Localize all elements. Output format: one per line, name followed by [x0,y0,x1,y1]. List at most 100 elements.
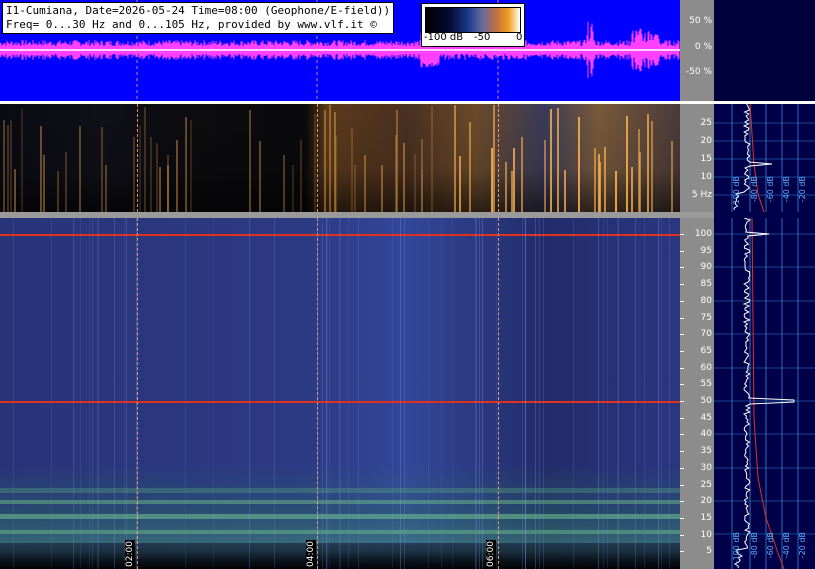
freq-axis-tick [680,250,684,252]
freq-axis-label: 15 [700,154,712,164]
colorbar-label-min: -100 dB [424,32,464,43]
spectrogram-streak [573,218,574,569]
freq-axis-label: 35 [700,446,712,457]
spectrogram-streak [496,218,497,569]
spectrogram-streak [213,218,214,569]
spectrogram-streak [505,162,507,212]
spectrogram-streak [525,218,526,569]
freq-axis-tick [680,317,684,319]
db-scale-label: -80 dB [750,532,759,559]
waveform-axis-label: 0 % [694,42,712,52]
spectrogram-streak [598,218,599,569]
profile-trace [733,218,795,568]
freq-axis-label: 10 [700,172,712,182]
freq-axis-tick [680,434,684,436]
freq-axis-tick [680,367,684,369]
freq-axis-tick [680,284,684,286]
spectrogram-streak [476,218,477,569]
spectrogram-streak [326,218,327,569]
spectrogram-streak [578,117,580,212]
spectrogram-streak [14,168,16,212]
spectrogram-streak [535,218,536,569]
db-scale-label: -60 dB [766,176,775,203]
title-box: I1-Cumiana, Date=2026-05-24 Time=08:00 (… [2,2,395,34]
spectrogram-streak [7,124,9,212]
spectrogram-streak [396,110,398,212]
freq-axis-label: 40 [700,429,712,440]
spectrogram-streak [329,105,331,212]
freq-axis-tick [680,551,684,553]
time-gridline [317,104,318,212]
spectrogram-streak [79,126,81,212]
spectrogram-streak [414,154,416,212]
waveform-panel: I1-Cumiana, Date=2026-05-24 Time=08:00 (… [0,0,680,101]
time-label: 04:00 [306,540,316,568]
spectrogram-streak [314,113,316,212]
spectrogram-high-frequency: 02:00 04:00 06:00 [0,218,680,569]
profile-header-area [714,0,815,101]
spectrogram-streak [543,218,544,569]
colorbar-gradient [425,7,521,33]
spectrum-profile-high: -100 dB -80 dB -60 dB -40 dB -20 dB [714,218,815,569]
spectrogram-streak [133,137,135,212]
freq-axis-label: 70 [700,329,712,340]
spectrogram-streak [421,170,423,212]
colorbar-label-mid: -50 [474,32,491,43]
spectrogram-streak [626,116,628,212]
freq-axis-label: 5 Hz [691,190,712,200]
spectrogram-streak [3,119,5,212]
spectrogram-streak [322,218,323,569]
colorbar-legend: -100 dB -50 0 [421,3,525,47]
freq-axis-label: 30 [700,462,712,473]
spectrogram-streak [101,127,103,212]
frequency-axis-high: 100 95 90 85 80 75 70 65 60 55 50 45 40 35 30 25 20 15 10 5 [680,218,714,569]
freq-axis-label: 25 [700,118,712,128]
db-scale-label: -80 dB [750,176,759,203]
spectrogram-streak [521,137,523,212]
spectrogram-streak [647,114,649,212]
spectrogram-streak [557,108,559,212]
spectrogram-streak [354,165,356,212]
waveform-axis-label: 50 % [689,16,712,26]
spectrogram-streak [73,218,74,569]
spectrogram-streak [661,218,662,569]
spectrogram-streak [156,143,158,212]
spectrogram-streak [351,128,353,212]
db-scale-label: -100 dB [732,532,741,564]
spectrogram-streak [348,218,349,569]
spectrogram-streak [185,116,187,212]
freq-axis-label: 5 [706,546,712,557]
spectrogram-streak [631,166,633,212]
spectrogram-streak [550,109,552,212]
spectrogram-streak [403,142,405,212]
freq-axis-tick [680,401,684,402]
waveform-axis: 50 % 0 % -50 % [680,0,714,101]
spectrogram-streak [176,139,178,212]
freq-axis-label: 60 [700,362,712,373]
frequency-axis-low: 25 20 15 10 5 Hz [680,104,714,212]
db-scale-label: -60 dB [766,532,775,559]
freq-axis-tick [680,517,684,519]
time-gridline [137,218,138,569]
title-line-1: I1-Cumiana, Date=2026-05-24 Time=08:00 (… [6,4,391,17]
spectrogram-streak [364,154,366,212]
freq-axis-label: 65 [700,345,712,356]
spectrogram-streak [482,218,483,569]
spectrogram-streak [190,119,192,212]
spectrogram-streak [65,152,67,212]
spectrogram-streak [358,218,359,569]
freq-axis-label: 100 [694,229,712,239]
spectrogram-streak [522,218,523,569]
spectrogram-streak [603,218,604,569]
spectrogram-streak [340,218,341,569]
spectrogram-streak [454,105,456,212]
freq-axis-tick [680,350,684,352]
freq-axis-label: 90 [700,262,712,273]
spectrogram-streak [249,218,250,569]
spectrogram-streak [13,218,14,569]
time-label: 06:00 [486,540,496,568]
spectrogram-streak [452,218,453,569]
spectrogram-streak [114,218,115,569]
spectrogram-streak [651,121,653,212]
spectrogram-streak [459,156,461,212]
